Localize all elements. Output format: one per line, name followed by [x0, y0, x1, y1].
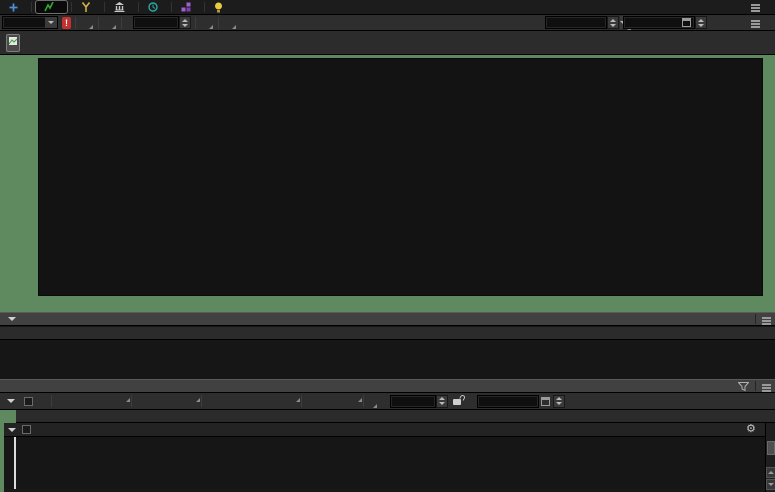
positions-header: [0, 379, 775, 393]
tab-economic-data[interactable]: [105, 0, 138, 15]
risk-profile-chart-panel[interactable]: [0, 55, 775, 312]
alert-icon[interactable]: !: [62, 17, 71, 29]
vertical-scrollbar[interactable]: [765, 423, 775, 492]
positions-filter-row: [0, 393, 775, 410]
expiration-date-input[interactable]: [623, 16, 695, 29]
price-slices-menu-icon[interactable]: [762, 317, 771, 319]
thinkorswim-analyze-page: !: [0, 0, 775, 492]
account-color-cell: [0, 410, 16, 423]
divider: [121, 17, 122, 29]
probability-icon: [81, 2, 91, 12]
group-checkbox[interactable]: [22, 425, 31, 434]
tab-add-simulated-trades[interactable]: [0, 0, 31, 15]
bank-icon: [114, 2, 125, 12]
interest-stepper[interactable]: [436, 395, 448, 408]
chart-hint-bar: [0, 31, 775, 55]
select-all-checkbox[interactable]: [24, 397, 33, 406]
scroll-up-button[interactable]: [766, 467, 775, 478]
probability-control: [545, 16, 632, 29]
analyze-tabbar: [0, 0, 775, 15]
positions-column-header: [0, 410, 775, 423]
chevron-down-icon[interactable]: [45, 17, 57, 28]
divider: [195, 17, 196, 29]
monitor-icon[interactable]: [6, 34, 20, 52]
lightbulb-icon: [214, 2, 223, 13]
tab-earnings[interactable]: [205, 0, 236, 15]
collapse-chevron-icon[interactable]: [8, 428, 16, 432]
price-slices-header: [0, 312, 775, 326]
toolbar-menu-icon[interactable]: [751, 20, 760, 22]
risk-chart-svg: [39, 59, 762, 295]
collapse-chevron-icon[interactable]: [8, 317, 16, 321]
tab-fundamentals[interactable]: [172, 0, 204, 15]
calendar-icon[interactable]: [682, 18, 691, 27]
collapse-chevron-icon[interactable]: [7, 399, 15, 403]
symbol-group-row[interactable]: ⚙: [0, 423, 775, 437]
panel-menu-icon[interactable]: [751, 4, 760, 6]
date-input[interactable]: [477, 395, 539, 408]
expiration-stepper[interactable]: [695, 16, 707, 29]
metric-dropdown[interactable]: [200, 17, 214, 28]
tab-separator: [31, 2, 32, 12]
expiration-date-control: [623, 16, 707, 29]
probability-stepper[interactable]: [607, 16, 619, 29]
model-dropdown[interactable]: [364, 396, 378, 407]
price-slices-column-header: [0, 327, 775, 340]
divider: [75, 17, 76, 29]
account-color-strip: [0, 423, 4, 492]
gear-icon[interactable]: ⚙: [746, 423, 756, 436]
calendar-icon[interactable]: [541, 397, 550, 406]
commission-dropdown[interactable]: [80, 17, 94, 28]
group-indicator-line: [14, 437, 16, 489]
divider: [218, 17, 219, 29]
step-input[interactable]: [133, 16, 179, 29]
blocks-icon: [181, 2, 191, 12]
scrollbar-thumb[interactable]: [767, 441, 775, 455]
scroll-down-button[interactable]: [766, 479, 775, 490]
tab-risk-profile[interactable]: [35, 0, 68, 14]
interest-input[interactable]: [390, 395, 436, 408]
symbol-selector[interactable]: [2, 16, 58, 29]
step-stepper[interactable]: [179, 16, 191, 29]
date-stepper[interactable]: [553, 395, 565, 408]
tab-thinkback[interactable]: [139, 0, 171, 15]
tab-probability-analysis[interactable]: [72, 0, 104, 15]
prob-mode-dropdown[interactable]: [223, 17, 237, 28]
unlock-icon[interactable]: [453, 395, 463, 407]
divider: [98, 17, 99, 29]
lines-dropdown[interactable]: [103, 17, 117, 28]
plus-icon: [9, 3, 18, 12]
positions-menu-icon[interactable]: [762, 384, 771, 386]
clock-icon: [148, 2, 158, 12]
probability-input[interactable]: [545, 16, 607, 29]
risk-chart-plot[interactable]: [38, 58, 763, 296]
risk-profile-icon: [44, 2, 55, 12]
